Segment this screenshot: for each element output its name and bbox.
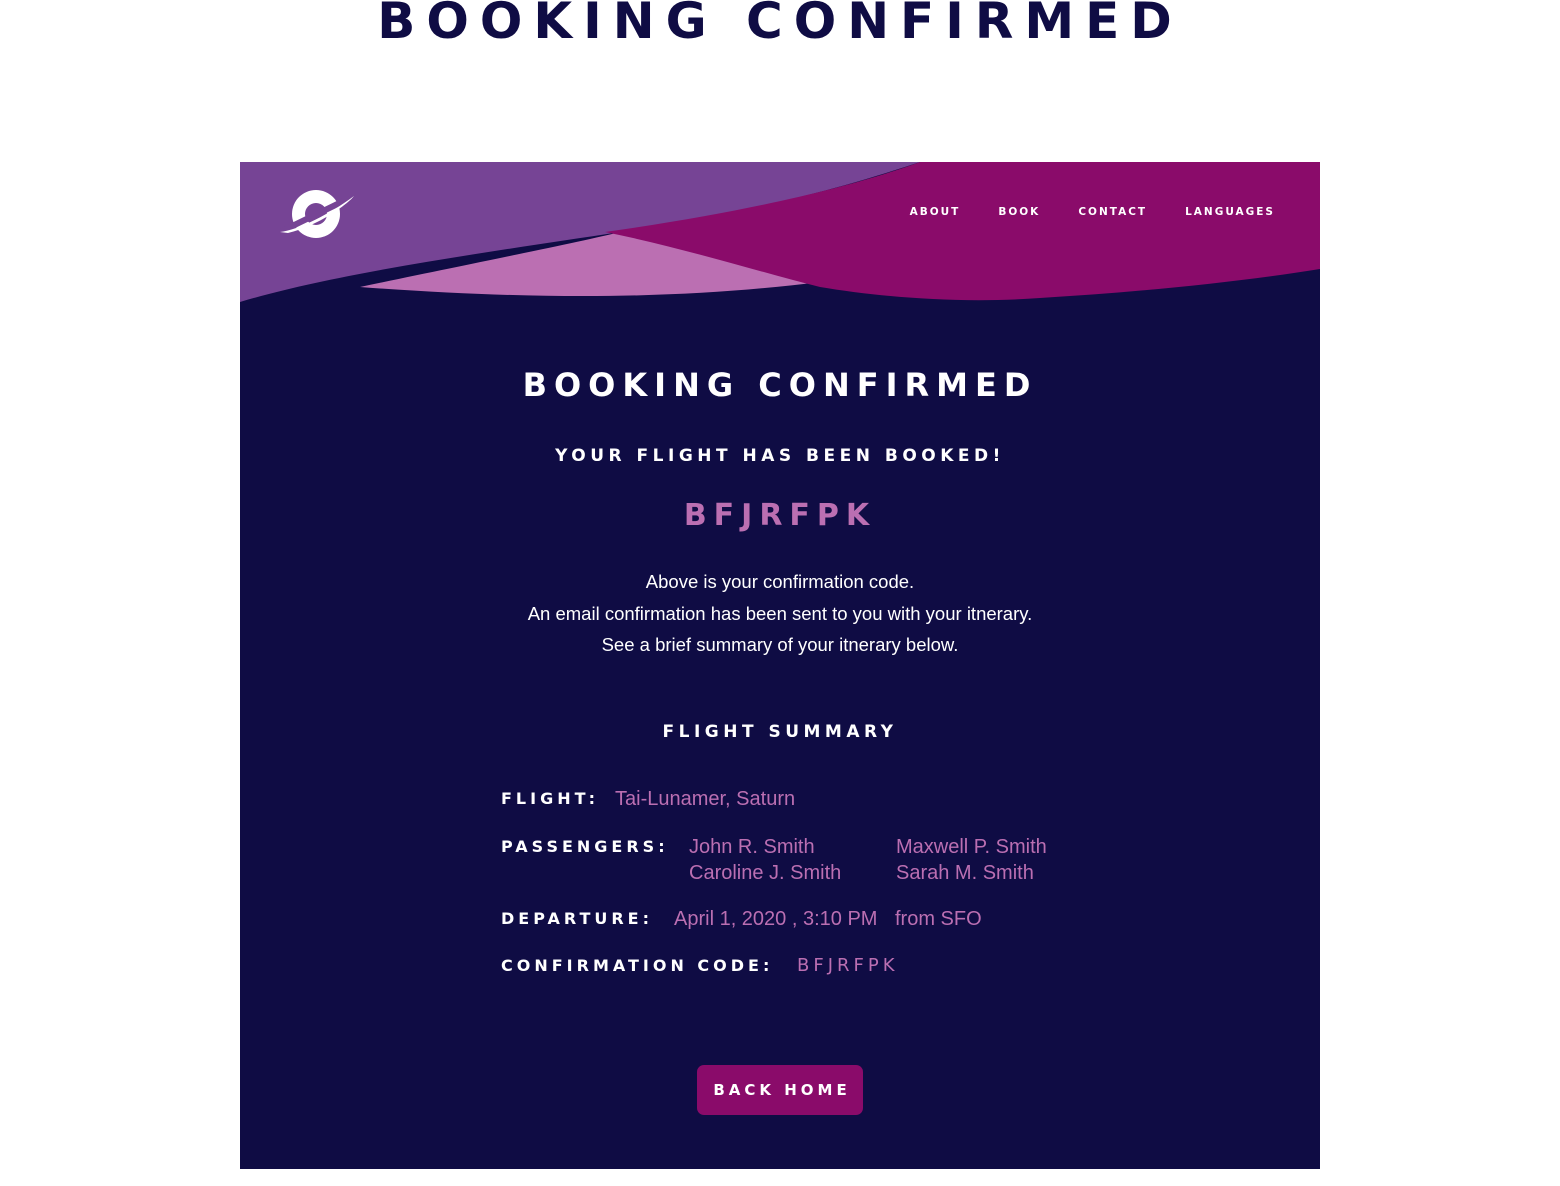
- passengers-label: PASSENGERS:: [501, 837, 669, 856]
- departure-origin: from SFO: [895, 908, 982, 930]
- nav-contact-link[interactable]: CONTACT: [1078, 206, 1147, 218]
- message-line: See a brief summary of your itnerary bel…: [601, 634, 959, 655]
- message-line: An email confirmation has been sent to y…: [527, 602, 1033, 624]
- nav-about-link[interactable]: ABOUT: [910, 206, 961, 218]
- nav-book-link[interactable]: BOOK: [998, 206, 1040, 218]
- passenger-name: Caroline J. Smith: [689, 862, 842, 884]
- message-line: Above is your confirmation code.: [645, 571, 915, 592]
- departure-datetime: April 1, 2020 , 3:10 PM: [674, 908, 878, 930]
- confirmation-code-value: BFJRFPK: [797, 955, 899, 976]
- main-nav: ABOUT BOOK CONTACT LANGUAGES: [872, 206, 1275, 218]
- passenger-name: John R. Smith: [689, 836, 815, 858]
- confirmation-code-label: CONFIRMATION CODE:: [501, 956, 774, 975]
- departure-label: DEPARTURE:: [501, 909, 654, 928]
- passenger-name: Maxwell P. Smith: [896, 836, 1047, 858]
- booked-subtitle: YOUR FLIGHT HAS BEEN BOOKED!: [555, 446, 1005, 466]
- page-heading: BOOKING CONFIRMED: [377, 0, 1183, 50]
- nav-languages-link[interactable]: LANGUAGES: [1185, 206, 1275, 218]
- back-home-button[interactable]: BACK HOME: [697, 1065, 863, 1115]
- flight-value: Tai-Lunamer, Saturn: [615, 788, 796, 810]
- passenger-name: Sarah M. Smith: [896, 862, 1034, 884]
- confirmation-code-display: BFJRFPK: [683, 498, 877, 533]
- site-frame: ABOUT BOOK CONTACT LANGUAGES BOOKING CON…: [240, 162, 1320, 1169]
- flight-label: FLIGHT:: [501, 789, 600, 808]
- confirmation-title: BOOKING CONFIRMED: [522, 366, 1038, 404]
- flight-summary-heading: FLIGHT SUMMARY: [662, 722, 898, 742]
- planet-logo-icon[interactable]: [278, 186, 358, 242]
- confirmation-message: Above is your confirmation code. An emai…: [240, 566, 1320, 661]
- header-waves: [240, 162, 1320, 302]
